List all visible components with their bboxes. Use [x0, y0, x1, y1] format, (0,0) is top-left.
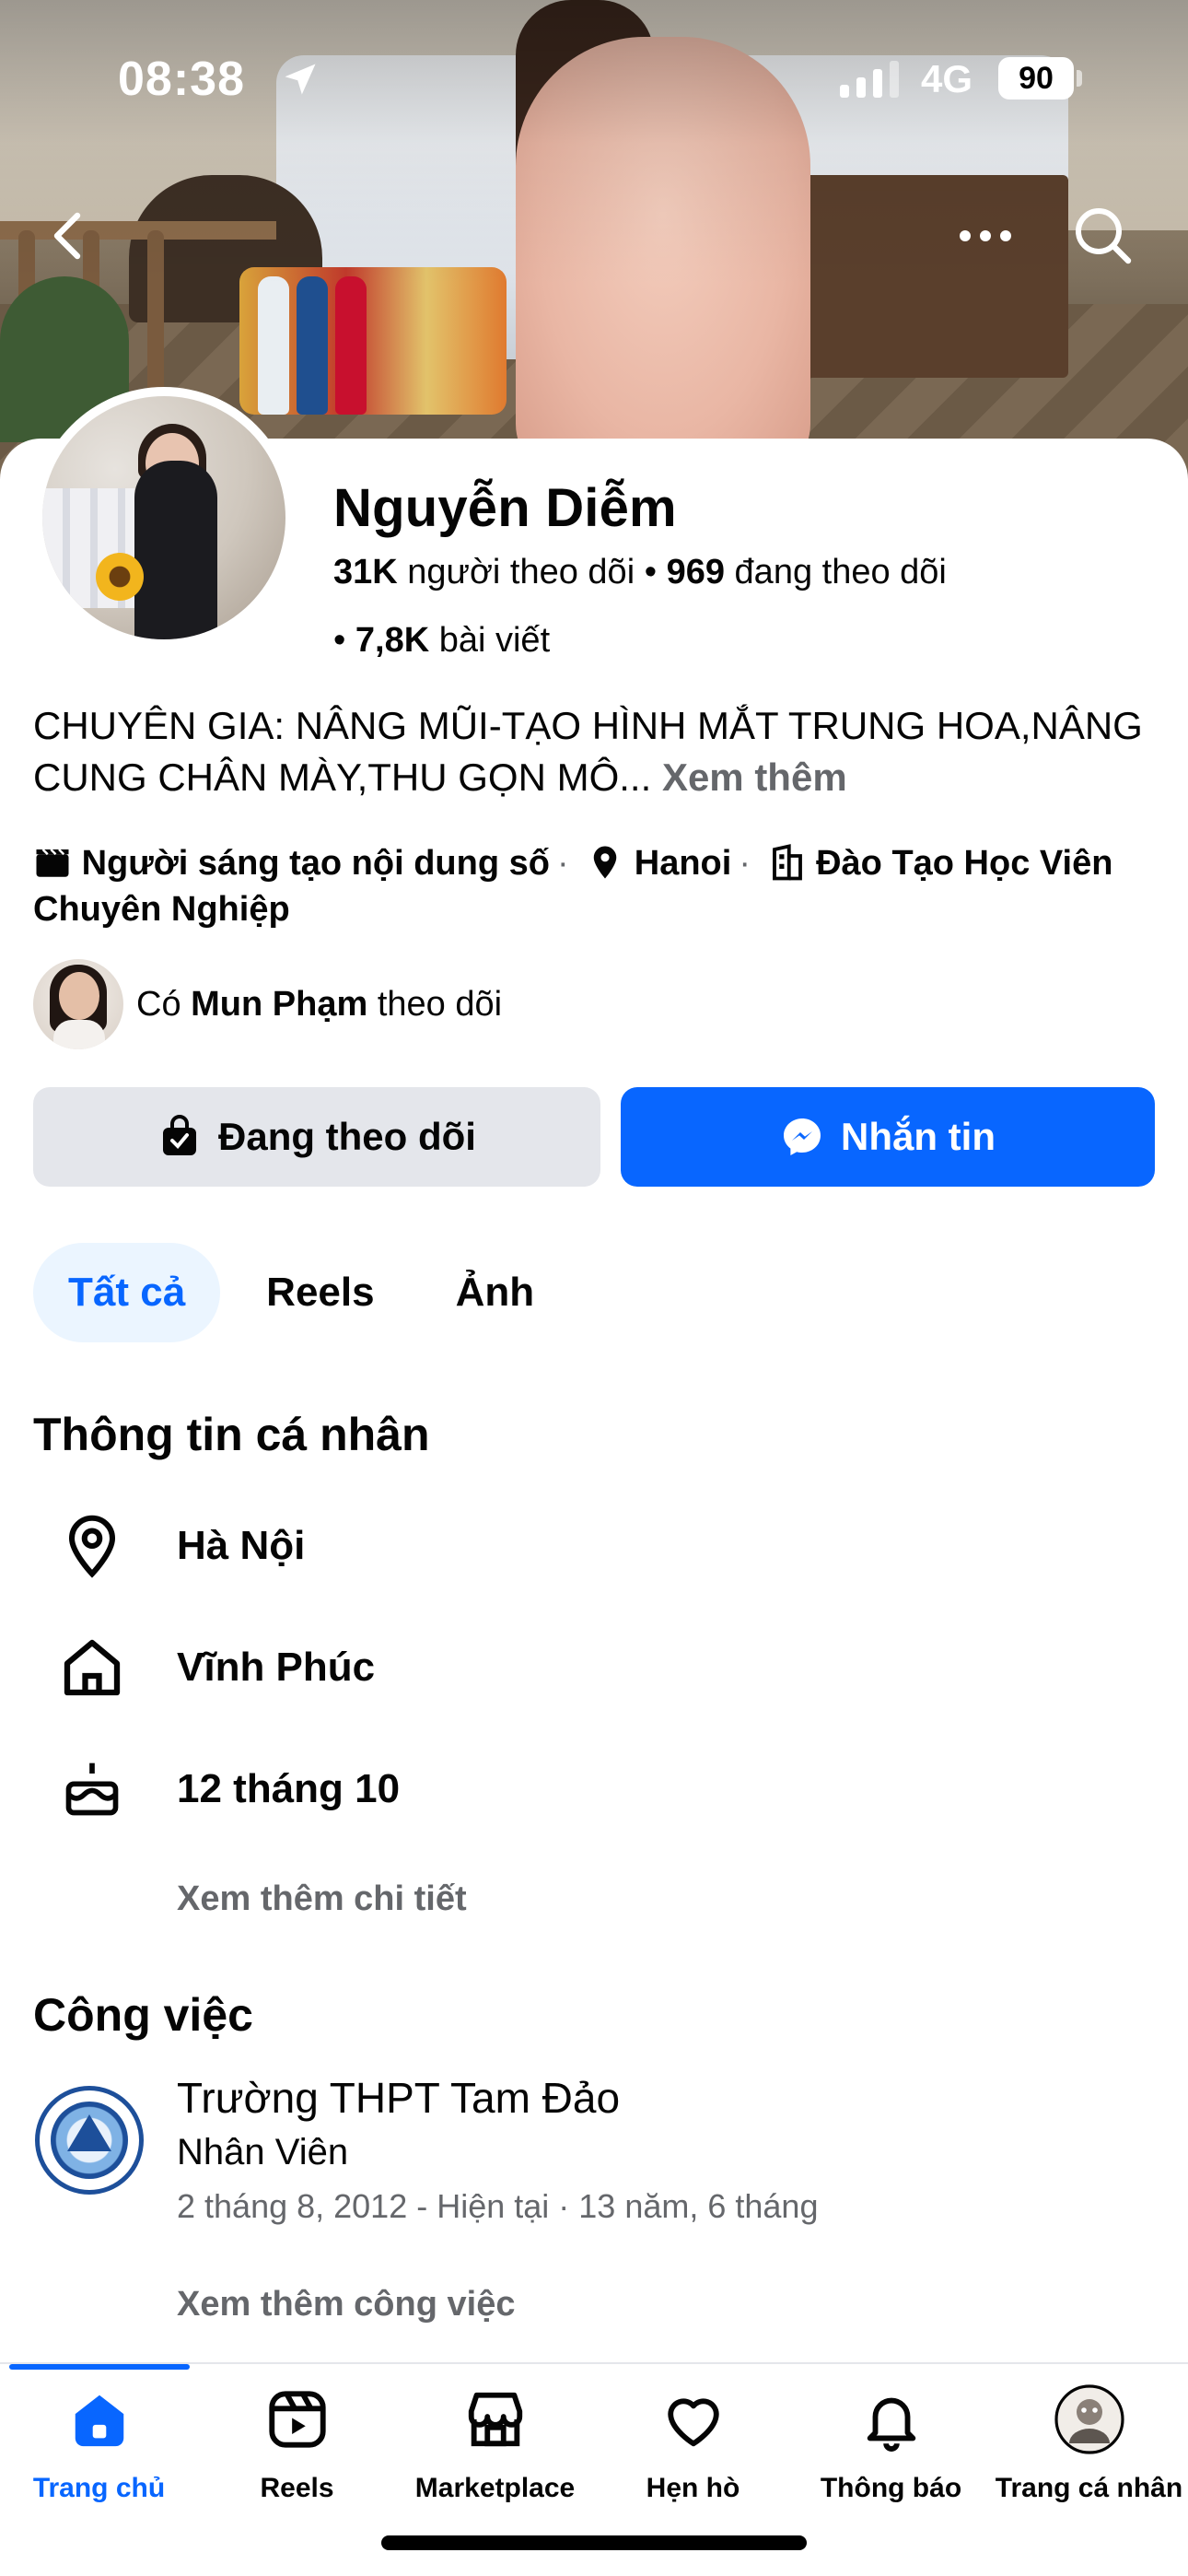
creator-clapper-icon [36, 849, 69, 877]
nav-notifications-label: Thông báo [820, 2473, 962, 2503]
message-button-label: Nhắn tin [841, 1115, 996, 1158]
profile-stats: 31K người theo dõi • 969 đang theo dõi [333, 553, 947, 592]
more-options-button[interactable] [949, 199, 1022, 273]
following-label[interactable]: đang theo dõi [735, 553, 947, 591]
mutual-avatar-body [53, 1020, 105, 1049]
location-pin-icon [68, 1515, 116, 1578]
following-button[interactable]: Đang theo dõi [33, 1087, 600, 1187]
dating-heart-icon [667, 2398, 719, 2447]
info-row-hometown[interactable]: Vĩnh Phúc [33, 1622, 1138, 1714]
messenger-icon [784, 1118, 821, 1155]
nav-dating-label: Hẹn hò [646, 2473, 740, 2503]
posts-count: 7,8K [355, 621, 430, 660]
avatar-dress [134, 461, 217, 639]
nav-dating[interactable]: Hẹn hò [594, 2384, 792, 2523]
home-icon [75, 2395, 123, 2447]
mutual-prefix: Có [136, 984, 181, 1024]
info-row-birthday[interactable]: 12 tháng 10 [33, 1743, 1138, 1835]
profile-posts-stat: • 7,8K bài viết [333, 621, 550, 661]
nav-reels[interactable]: Reels [198, 2384, 396, 2523]
signal-bars-icon [840, 61, 899, 98]
see-more-work-link[interactable]: Xem thêm công việc [177, 2285, 515, 2324]
profile-avatar-icon [1054, 2384, 1124, 2454]
mutual-avatar-face [59, 972, 99, 1020]
profile-details: Người sáng tạo nội dung số · Hanoi · Đào T… [33, 840, 1166, 932]
marketplace-icon [468, 2392, 522, 2447]
followers-count[interactable]: 31K [333, 553, 398, 591]
info-current-city: Hà Nội [177, 1523, 306, 1568]
bio-see-more-link[interactable]: Xem thêm [662, 755, 847, 799]
mutual-avatar[interactable] [33, 959, 123, 1049]
chevron-left-icon [53, 212, 81, 260]
battery-tip [1077, 70, 1082, 87]
mutual-name[interactable]: Mun Phạm [191, 985, 367, 1025]
tab-photos[interactable]: Ảnh [421, 1243, 570, 1342]
profile-avatar-ring[interactable] [33, 387, 295, 649]
active-tab-indicator [9, 2364, 190, 2370]
nav-home[interactable]: Trang chủ [0, 2384, 198, 2523]
bell-icon [867, 2397, 915, 2452]
employer-name[interactable]: Trường THPT Tam Đảo [177, 2073, 620, 2123]
nav-reels-label: Reels [260, 2473, 334, 2503]
stats-separator: • [333, 621, 355, 660]
building-icon [772, 844, 802, 881]
info-birthday: 12 tháng 10 [177, 1766, 401, 1811]
info-row-current-city[interactable]: Hà Nội [33, 1500, 1138, 1592]
personal-info-title: Thông tin cá nhân [33, 1409, 430, 1460]
followers-label[interactable]: người theo dõi [407, 553, 635, 591]
network-type: 4G [921, 57, 973, 100]
nav-profile[interactable]: Trang cá nhân [990, 2384, 1188, 2523]
nav-marketplace[interactable]: Marketplace [396, 2384, 594, 2523]
tab-reels[interactable]: Reels [231, 1243, 409, 1342]
home-icon [64, 1639, 121, 1696]
nav-profile-label: Trang cá nhân [995, 2473, 1183, 2503]
following-bag-icon [163, 1115, 196, 1155]
avatar-flower [96, 553, 144, 601]
search-button[interactable] [1066, 199, 1140, 273]
profile-tabs: Tất cả Reels Ảnh [33, 1242, 580, 1343]
posts-label: bài viết [438, 621, 551, 660]
mutual-follower-row[interactable]: Có Mun Phạm theo dõi [33, 958, 502, 1050]
status-bar: 08:38 4G 90 [0, 0, 1188, 166]
back-button[interactable] [29, 199, 103, 273]
nav-notifications[interactable]: Thông báo [792, 2384, 990, 2523]
work-title: Công việc [33, 1989, 253, 2041]
profile-bio: CHUYÊN GIA: NÂNG MŨI-TẠO HÌNH MẮT TRUNG … [33, 700, 1157, 803]
home-indicator[interactable] [381, 2535, 807, 2550]
creator-category: Người sáng tạo nội dung số [81, 844, 550, 883]
location-pin-icon [593, 846, 617, 879]
job-period: 2 tháng 8, 2012 - Hiện tại · 13 năm, 6 t… [177, 2187, 819, 2225]
meta-separator: · [556, 844, 569, 883]
stats-separator: • [644, 553, 667, 591]
profile-name: Nguyễn Diễm [333, 478, 677, 538]
nav-home-label: Trang chủ [32, 2473, 166, 2503]
tab-all[interactable]: Tất cả [33, 1243, 221, 1342]
location-arrow-icon [285, 64, 316, 95]
info-hometown: Vĩnh Phúc [177, 1645, 376, 1690]
search-icon [1076, 208, 1132, 264]
more-dots-icon [960, 230, 1011, 241]
nav-marketplace-label: Marketplace [414, 2473, 576, 2503]
birthday-cake-icon [65, 1762, 119, 1816]
status-time: 08:38 [118, 53, 245, 106]
profile-avatar[interactable] [42, 396, 285, 639]
mutual-suffix: theo dõi [377, 984, 503, 1024]
reels-icon [268, 2391, 326, 2448]
following-count[interactable]: 969 [667, 553, 725, 591]
following-button-label: Đang theo dõi [218, 1115, 476, 1158]
see-more-details-link[interactable]: Xem thêm chi tiết [177, 1879, 467, 1919]
school-logo[interactable] [35, 2086, 144, 2195]
meta-separator: · [739, 844, 751, 883]
school-logo-mountain [67, 2114, 111, 2151]
battery-level: 90 [998, 57, 1074, 100]
profile-location[interactable]: Hanoi [635, 844, 732, 883]
bio-text: CHUYÊN GIA: NÂNG MŨI-TẠO HÌNH MẮT TRUNG … [33, 704, 1143, 799]
message-button[interactable]: Nhắn tin [621, 1087, 1155, 1187]
job-position: Nhân Viên [177, 2132, 349, 2172]
